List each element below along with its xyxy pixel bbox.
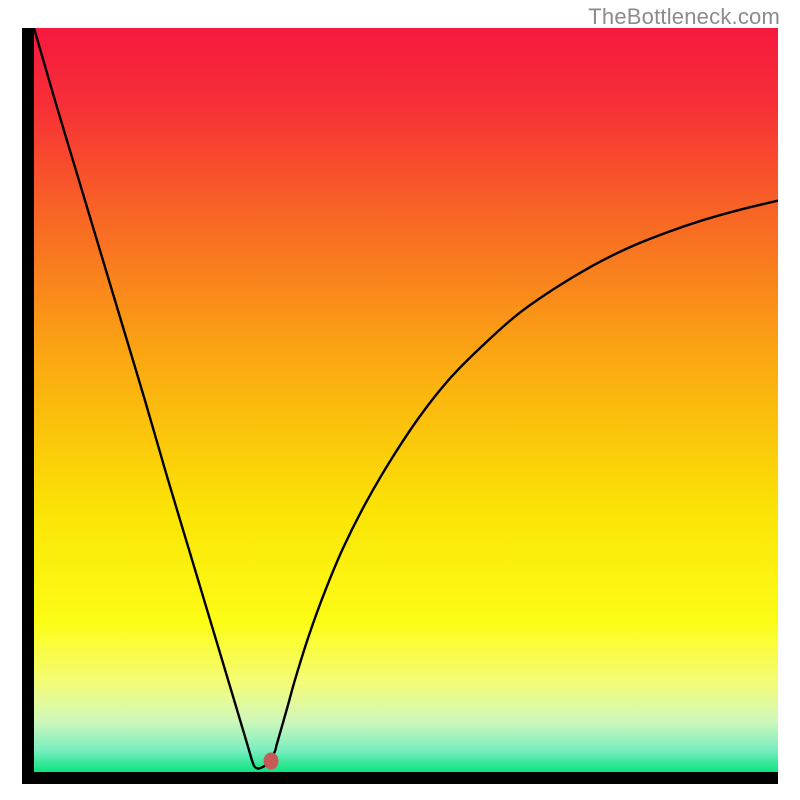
page-root: TheBottleneck.com [0,0,800,800]
attribution-text: TheBottleneck.com [588,4,780,30]
chart-frame [22,28,778,784]
bottleneck-curve [34,28,778,772]
min-marker-icon [263,752,278,769]
plot-area [34,28,778,772]
